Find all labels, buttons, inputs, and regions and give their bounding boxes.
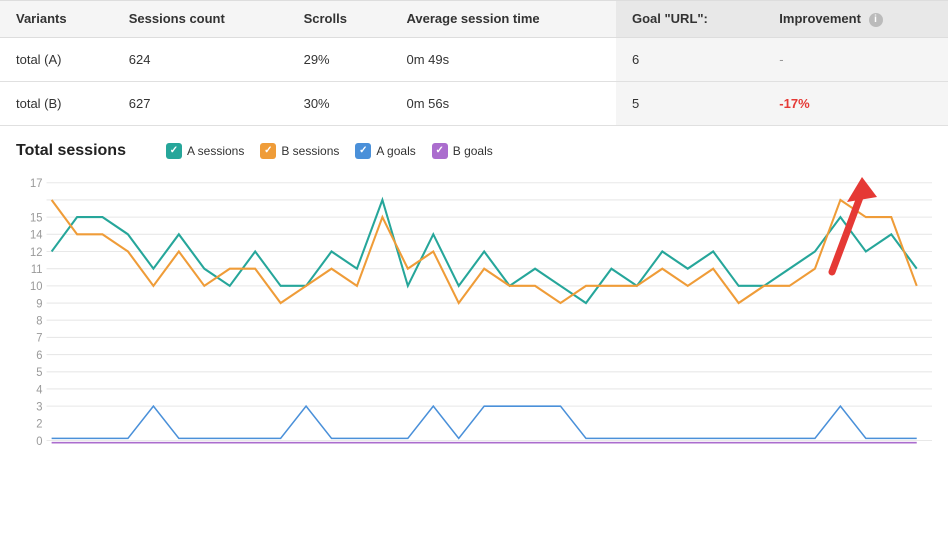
cell-avg-session-a: 0m 49s [390,37,616,81]
legend-item-a-goals: ✓ A goals [355,143,415,159]
legend-check-b-goals: ✓ [432,143,448,159]
legend-label-b-goals: B goals [453,144,493,158]
svg-text:3: 3 [36,401,42,413]
svg-text:0: 0 [36,435,42,447]
svg-text:4: 4 [36,384,43,396]
chart-container: 17 15 14 12 11 10 9 8 7 6 5 4 3 2 0 [16,172,932,462]
line-a-goals [52,406,917,438]
cell-goal-b: 5 [616,81,763,125]
svg-text:14: 14 [30,229,43,241]
cell-variant-a: total (A) [0,37,113,81]
legend-item-b-goals: ✓ B goals [432,143,493,159]
table-row: total (A) 624 29% 0m 49s 6 - [0,37,948,81]
chart-title: Total sessions [16,142,126,160]
legend-check-a-goals: ✓ [355,143,371,159]
col-header-variants: Variants [0,1,113,38]
cell-improvement-b: -17% [763,81,948,125]
svg-text:8: 8 [36,315,42,327]
cell-goal-a: 6 [616,37,763,81]
legend-check-a-sessions: ✓ [166,143,182,159]
cell-sessions-a: 624 [113,37,288,81]
col-header-improvement: Improvement i [763,1,948,38]
improvement-info-icon[interactable]: i [869,13,883,27]
svg-text:5: 5 [36,366,42,378]
svg-text:2: 2 [36,418,42,430]
data-table: Variants Sessions count Scrolls Average … [0,0,948,126]
svg-text:12: 12 [30,246,42,258]
svg-text:17: 17 [30,177,42,189]
cell-sessions-b: 627 [113,81,288,125]
svg-text:9: 9 [36,298,42,310]
col-header-avg-session: Average session time [390,1,616,38]
svg-text:7: 7 [36,332,42,344]
legend-label-b-sessions: B sessions [281,144,339,158]
legend-label-a-sessions: A sessions [187,144,244,158]
cell-improvement-a: - [763,37,948,81]
chart-legend: ✓ A sessions ✓ B sessions ✓ A goals ✓ B … [166,143,493,159]
chart-svg: 17 15 14 12 11 10 9 8 7 6 5 4 3 2 0 [16,172,932,462]
legend-item-b-sessions: ✓ B sessions [260,143,339,159]
cell-scrolls-b: 30% [288,81,391,125]
cell-scrolls-a: 29% [288,37,391,81]
table-row: total (B) 627 30% 0m 56s 5 -17% [0,81,948,125]
col-header-sessions: Sessions count [113,1,288,38]
col-header-goal: Goal "URL": [616,1,763,38]
legend-item-a-sessions: ✓ A sessions [166,143,244,159]
col-header-scrolls: Scrolls [288,1,391,38]
cell-avg-session-b: 0m 56s [390,81,616,125]
legend-label-a-goals: A goals [376,144,415,158]
chart-header: Total sessions ✓ A sessions ✓ B sessions… [16,142,932,160]
svg-text:15: 15 [30,212,42,224]
svg-text:6: 6 [36,349,42,361]
svg-text:10: 10 [30,280,42,292]
legend-check-b-sessions: ✓ [260,143,276,159]
chart-section: Total sessions ✓ A sessions ✓ B sessions… [0,126,948,462]
svg-text:11: 11 [31,263,43,275]
cell-variant-b: total (B) [0,81,113,125]
